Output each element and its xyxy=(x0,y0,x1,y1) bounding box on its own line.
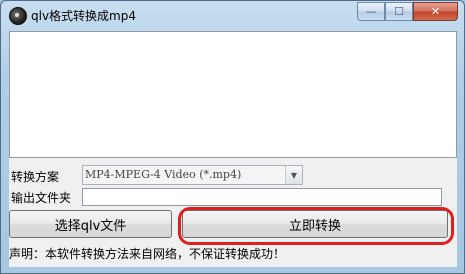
log-textarea[interactable] xyxy=(9,31,457,158)
client-area: 转换方案 MP4-MPEG-4 Video (*.mp4) ▼ 输出文件夹 选择… xyxy=(9,31,457,267)
close-button[interactable]: ✕ xyxy=(413,2,458,21)
app-disc-icon xyxy=(9,7,27,25)
chevron-down-icon[interactable]: ▼ xyxy=(285,166,302,184)
maximize-button[interactable]: ☐ xyxy=(385,2,413,21)
minimize-icon: — xyxy=(365,5,377,18)
app-window: qlv格式转换成mp4 — ☐ ✕ 转换方案 MP4-MPEG-4 Video … xyxy=(0,0,465,274)
maximize-icon: ☐ xyxy=(394,5,404,18)
format-select[interactable]: MP4-MPEG-4 Video (*.mp4) ▼ xyxy=(82,165,303,185)
title-bar[interactable]: qlv格式转换成mp4 — ☐ ✕ xyxy=(1,1,464,29)
caption-buttons: — ☐ ✕ xyxy=(357,2,458,21)
window-title: qlv格式转换成mp4 xyxy=(31,9,136,23)
format-label: 转换方案 xyxy=(11,170,60,184)
minimize-button[interactable]: — xyxy=(357,2,385,21)
disclaimer-text: 声明：本软件转换方法来自网络，不保证转换成功！ xyxy=(9,247,286,261)
close-icon: ✕ xyxy=(430,5,441,18)
format-select-value: MP4-MPEG-4 Video (*.mp4) xyxy=(85,168,242,181)
select-qlv-files-button[interactable]: 选择qlv文件 xyxy=(9,210,172,238)
output-folder-input[interactable] xyxy=(82,188,442,206)
output-folder-label: 输出文件夹 xyxy=(11,191,72,205)
convert-now-button[interactable]: 立即转换 xyxy=(182,210,448,238)
